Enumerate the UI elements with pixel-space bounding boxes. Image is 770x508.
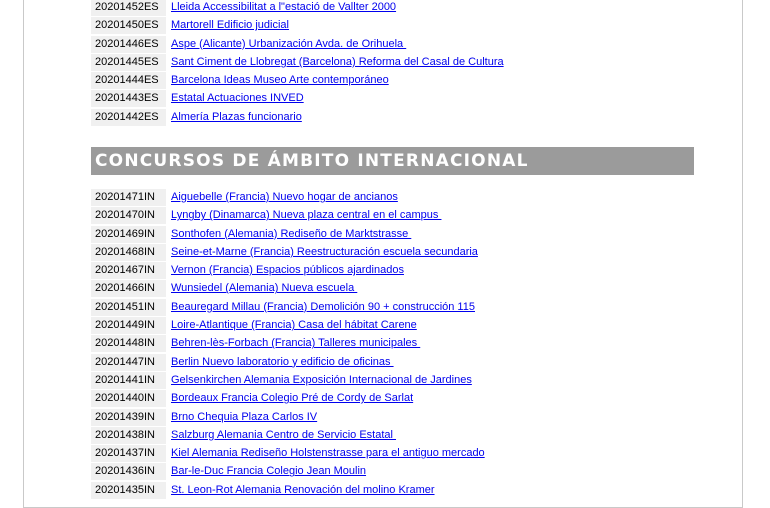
competition-link[interactable]: Behren-lès-Forbach (Francia) Talleres mu… — [171, 335, 420, 352]
competition-link[interactable]: Bordeaux Francia Colegio Pré de Cordy de… — [171, 390, 413, 407]
competition-code: 20201442ES — [91, 108, 166, 126]
international-section-header: CONCURSOS DE ÁMBITO INTERNACIONAL — [91, 147, 694, 175]
competition-row: 20201447IN Berlin Nuevo laboratorio y ed… — [91, 353, 694, 371]
competition-link[interactable]: Martorell Edificio judicial — [171, 17, 289, 34]
competition-code: 20201445ES — [91, 53, 166, 71]
competition-code: 20201471IN — [91, 189, 166, 206]
competition-row: 20201452ES Lleida Accessibilitat a l"est… — [91, 0, 694, 16]
competition-row: 20201471IN Aiguebelle (Francia) Nuevo ho… — [91, 188, 694, 206]
competition-code: 20201437IN — [91, 445, 166, 463]
competition-row: 20201450ES Martorell Edificio judicial — [91, 16, 694, 35]
competition-code: 20201444ES — [91, 72, 166, 90]
competition-row: 20201446ES Aspe (Alicante) Urbanización … — [91, 35, 694, 53]
competition-code: 20201448IN — [91, 335, 166, 353]
competition-code: 20201443ES — [91, 90, 166, 108]
competition-code: 20201467IN — [91, 262, 166, 280]
competition-row: 20201441IN Gelsenkirchen Alemania Exposi… — [91, 371, 694, 389]
competition-row: 20201470IN Lyngby (Dinamarca) Nueva plaz… — [91, 206, 694, 225]
competition-link[interactable]: Almería Plazas funcionario — [171, 109, 302, 126]
competition-row: 20201466IN Wunsiedel (Alemania) Nueva es… — [91, 279, 694, 298]
competition-row: 20201438IN Salzburg Alemania Centro de S… — [91, 426, 694, 444]
competition-row: 20201444ES Barcelona Ideas Museo Arte co… — [91, 71, 694, 90]
competition-link[interactable]: Bar-le-Duc Francia Colegio Jean Moulin — [171, 463, 366, 480]
competition-code: 20201451IN — [91, 298, 166, 316]
competition-row: 20201449IN Loire-Atlantique (Francia) Ca… — [91, 316, 694, 335]
competition-code: 20201439IN — [91, 408, 166, 426]
competition-link[interactable]: Beauregard Millau (Francia) Demolición 9… — [171, 299, 475, 316]
competition-code: 20201436IN — [91, 463, 166, 481]
international-competitions-list: 20201471IN Aiguebelle (Francia) Nuevo ho… — [91, 188, 694, 499]
competition-link[interactable]: Berlin Nuevo laboratorio y edificio de o… — [171, 354, 394, 371]
competition-row: 20201440IN Bordeaux Francia Colegio Pré … — [91, 389, 694, 408]
competition-code: 20201449IN — [91, 317, 166, 335]
competition-link[interactable]: Gelsenkirchen Alemania Exposición Intern… — [171, 372, 472, 389]
competition-link[interactable]: Aiguebelle (Francia) Nuevo hogar de anci… — [171, 189, 398, 206]
competition-row: 20201437IN Kiel Alemania Rediseño Holste… — [91, 444, 694, 463]
competition-row: 20201435IN St. Leon-Rot Alemania Renovac… — [91, 481, 694, 499]
competition-row: 20201439IN Brno Chequia Plaza Carlos IV — [91, 408, 694, 426]
competition-row: 20201445ES Sant Ciment de Llobregat (Bar… — [91, 53, 694, 71]
competition-row: 20201448IN Behren-lès-Forbach (Francia) … — [91, 334, 694, 353]
international-section-title: CONCURSOS DE ÁMBITO INTERNACIONAL — [95, 151, 529, 171]
competition-link[interactable]: Seine-et-Marne (Francia) Reestructuració… — [171, 244, 478, 261]
competition-link[interactable]: Kiel Alemania Rediseño Holstenstrasse pa… — [171, 445, 485, 462]
competition-link[interactable]: St. Leon-Rot Alemania Renovación del mol… — [171, 482, 435, 499]
competition-link[interactable]: Loire-Atlantique (Francia) Casa del hábi… — [171, 317, 417, 334]
national-competitions-list: 20201452ES Lleida Accessibilitat a l"est… — [91, 0, 694, 126]
competition-link[interactable]: Lleida Accessibilitat a l"estació de Val… — [171, 0, 396, 16]
competition-code: 20201469IN — [91, 225, 166, 243]
competition-link[interactable]: Vernon (Francia) Espacios públicos ajard… — [171, 262, 404, 279]
competition-link[interactable]: Sonthofen (Alemania) Rediseño de Marktst… — [171, 226, 411, 243]
competition-row: 20201436IN Bar-le-Duc Francia Colegio Je… — [91, 462, 694, 481]
competition-code: 20201440IN — [91, 390, 166, 408]
competition-code: 20201452ES — [91, 0, 166, 16]
competition-row: 20201467IN Vernon (Francia) Espacios púb… — [91, 261, 694, 280]
competition-code: 20201447IN — [91, 353, 166, 371]
competition-link[interactable]: Aspe (Alicante) Urbanización Avda. de Or… — [171, 36, 406, 53]
competition-row: 20201442ES Almería Plazas funcionario — [91, 108, 694, 126]
competition-code: 20201468IN — [91, 243, 166, 261]
competition-row: 20201451IN Beauregard Millau (Francia) D… — [91, 298, 694, 316]
competition-link[interactable]: Estatal Actuaciones INVED — [171, 90, 304, 107]
competition-link[interactable]: Sant Ciment de Llobregat (Barcelona) Ref… — [171, 54, 504, 71]
competition-code: 20201446ES — [91, 35, 166, 53]
competition-link[interactable]: Salzburg Alemania Centro de Servicio Est… — [171, 427, 396, 444]
competition-row: 20201443ES Estatal Actuaciones INVED — [91, 89, 694, 108]
competition-code: 20201466IN — [91, 280, 166, 298]
competition-link[interactable]: Wunsiedel (Alemania) Nueva escuela — [171, 280, 357, 297]
competition-row: 20201469IN Sonthofen (Alemania) Rediseño… — [91, 225, 694, 243]
competition-code: 20201441IN — [91, 371, 166, 389]
competition-link[interactable]: Brno Chequia Plaza Carlos IV — [171, 409, 317, 426]
competition-code: 20201435IN — [91, 481, 166, 499]
competition-code: 20201450ES — [91, 17, 166, 35]
competition-row: 20201468IN Seine-et-Marne (Francia) Rees… — [91, 243, 694, 261]
competition-code: 20201438IN — [91, 426, 166, 444]
competition-code: 20201470IN — [91, 207, 166, 225]
competition-link[interactable]: Barcelona Ideas Museo Arte contemporáneo — [171, 72, 389, 89]
competition-link[interactable]: Lyngby (Dinamarca) Nueva plaza central e… — [171, 207, 441, 224]
